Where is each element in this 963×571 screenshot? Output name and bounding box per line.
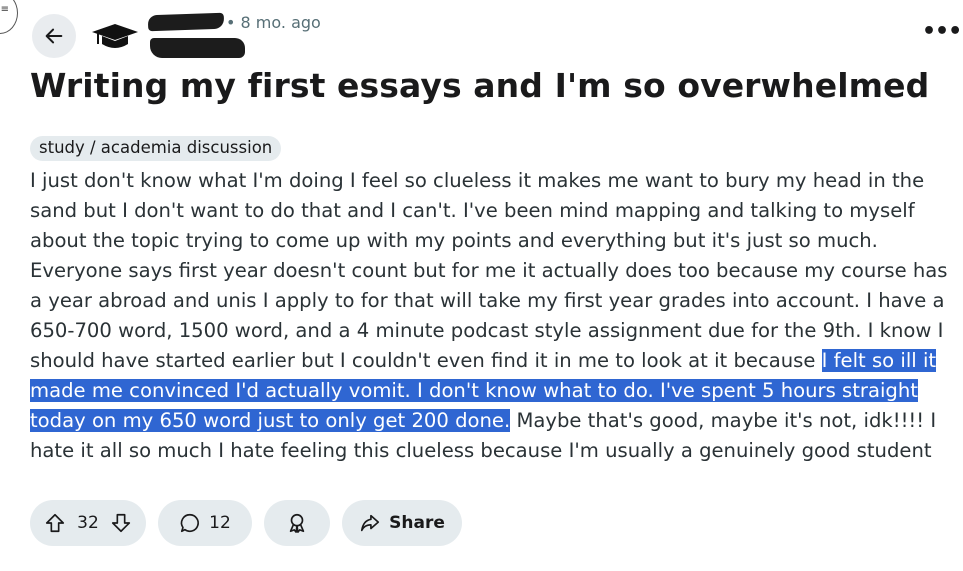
back-button[interactable] bbox=[32, 14, 76, 58]
hamburger-menu-icon: ≡ bbox=[0, 4, 9, 15]
post-actions: 32 12 Share bbox=[30, 500, 462, 546]
post-flair[interactable]: study / academia discussion bbox=[30, 136, 282, 161]
post-body: I just don't know what I'm doing I feel … bbox=[30, 166, 955, 466]
share-button[interactable]: Share bbox=[342, 500, 462, 546]
vote-count: 32 bbox=[77, 513, 99, 533]
graduation-cap-icon[interactable] bbox=[90, 22, 140, 50]
redacted-username bbox=[147, 12, 225, 32]
arrow-left-icon bbox=[45, 28, 63, 44]
share-arrow-icon bbox=[361, 514, 380, 532]
menu-button[interactable]: ≡ bbox=[0, 0, 18, 34]
comments-button[interactable]: 12 bbox=[158, 500, 252, 546]
more-horizontal-icon: ••• bbox=[922, 19, 962, 44]
share-label: Share bbox=[389, 513, 445, 533]
post-title: Writing my first essays and I'm so overw… bbox=[30, 66, 930, 105]
redacted-author bbox=[150, 38, 245, 58]
more-options-button[interactable]: ••• bbox=[922, 19, 962, 44]
award-button[interactable] bbox=[264, 500, 330, 546]
meta-separator: • bbox=[226, 13, 241, 32]
speech-bubble-icon bbox=[180, 513, 200, 533]
post-meta: • 8 mo. ago bbox=[226, 13, 321, 32]
post-time: 8 mo. ago bbox=[240, 13, 321, 32]
arrow-up-icon[interactable] bbox=[44, 512, 66, 534]
vote-control: 32 bbox=[30, 500, 146, 546]
award-ribbon-icon bbox=[289, 513, 305, 533]
comment-count: 12 bbox=[209, 513, 231, 533]
post-body-text: I just don't know what I'm doing I feel … bbox=[30, 169, 948, 372]
arrow-down-icon[interactable] bbox=[110, 512, 132, 534]
